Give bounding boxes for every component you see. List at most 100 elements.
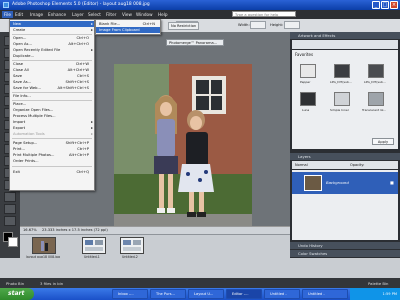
menu-item-label: Place... [13, 102, 27, 106]
menu-item-label: Print... [13, 147, 25, 151]
window-title: Adobe Photoshop Elements 5.0 (Editor) - … [12, 2, 150, 7]
aspect-ratio-select[interactable]: No Restriction [168, 22, 200, 30]
opacity-label: Opacity: [350, 163, 365, 167]
photo-bin-toggle[interactable]: Photo Bin [6, 281, 24, 286]
favorites-label: Favorites [295, 52, 314, 57]
brush-tool-icon[interactable] [4, 204, 16, 214]
menu-edit[interactable]: Edit [15, 12, 23, 17]
artwork-effects-header[interactable]: Artwork and Effects [290, 32, 400, 39]
menu-item-label: File Info... [13, 94, 31, 98]
bin-thumbnail[interactable] [120, 237, 144, 254]
effect-swatch[interactable] [334, 92, 350, 106]
menu-item-label: Duplicate... [13, 54, 35, 58]
effect-swatch-label: Translucent Gl... [362, 108, 387, 112]
submenu-arrow-icon: ▸ [91, 132, 93, 136]
blend-mode-select[interactable]: Normal [295, 163, 308, 167]
artwork-tabs [292, 40, 398, 49]
menu-file[interactable]: File [2, 11, 14, 18]
menu-help[interactable]: Help [158, 12, 168, 17]
file-menu: New ▸ Create ▸ Open... Ctrl+O Open As... Alt… [9, 19, 95, 191]
effect-swatch-label: Pepper [300, 80, 311, 84]
apply-button[interactable]: Apply [372, 138, 394, 145]
menu-enhance[interactable]: Enhance [48, 12, 66, 17]
palette-bin-toggle[interactable]: Palette Bin [368, 281, 388, 286]
menu-divider [12, 166, 92, 167]
menu-item-label: Organize Open Files... [13, 108, 54, 112]
background-color-icon[interactable] [8, 237, 18, 247]
layer-name[interactable]: Background [326, 180, 349, 185]
undo-history-header[interactable]: Undo History [290, 242, 400, 249]
effect-swatch[interactable] [300, 92, 316, 106]
paint-bucket-tool-icon[interactable] [4, 216, 16, 226]
photo-bin: layout aug18 008.jpg Untitled-1 Untitled… [20, 234, 290, 259]
palette-bin: Artwork and Effects Favorites Pepper LPG… [290, 32, 400, 258]
effect-swatch[interactable] [334, 64, 350, 78]
effect-swatch-label: LPG_DIT(sub... [330, 80, 352, 84]
taskbar-item[interactable]: Untitled - [302, 289, 348, 299]
zoom-level[interactable]: 16.67% [23, 228, 37, 232]
menu-view[interactable]: View [122, 12, 132, 17]
menu-item-shortcut: Alt+Shift+Ctrl+S [57, 86, 89, 90]
taskbar-item[interactable]: Editor -... [226, 289, 262, 299]
menu-item-save-for-web[interactable]: Save for Web... Alt+Shift+Ctrl+S [10, 85, 94, 91]
width-input[interactable] [250, 21, 266, 29]
effect-swatch[interactable] [300, 64, 316, 78]
document-size: 23.333 inches x 17.5 inches (72 ppi) [42, 228, 108, 232]
favorites-panel: Favorites Pepper LPG_DIT(sub... LPG_DIT(… [292, 50, 398, 149]
menu-item-label: Save [13, 74, 23, 78]
effect-swatch-label: Luna [302, 108, 310, 112]
photomerge-panorama-item[interactable]: Photomerge™ Panorama... [166, 39, 224, 46]
menu-item-label: Import [13, 120, 26, 124]
effect-swatch[interactable] [368, 92, 384, 106]
bin-filler [0, 258, 400, 278]
taskbar-item[interactable]: The Purs... [150, 289, 186, 299]
effect-swatch[interactable] [368, 64, 384, 78]
menu-window[interactable]: Window [136, 12, 153, 17]
menu-item-image-from-clipboard[interactable]: Image From Clipboard [96, 27, 160, 33]
submenu-arrow-icon: ▸ [91, 28, 93, 32]
taskbar-item[interactable]: Inbox -... [112, 289, 148, 299]
menu-item-label: Close All [13, 68, 29, 72]
menu-item-exit[interactable]: Exit Ctrl+Q [10, 169, 94, 175]
layer-row[interactable]: Background ■ [292, 172, 398, 194]
menu-item-shortcut: Ctrl+Q [76, 170, 89, 174]
eraser-tool-icon[interactable] [4, 192, 16, 202]
menu-item-label: Print Multiple Photos... [13, 153, 55, 157]
menu-item-order-prints[interactable]: Order Prints... [10, 158, 94, 164]
minimize-button[interactable]: _ [372, 1, 380, 9]
menu-filter[interactable]: Filter [106, 12, 116, 17]
taskbar: start Inbox -... The Purs... Layout U...… [0, 288, 400, 300]
help-search-input[interactable]: Type a question for help [232, 11, 296, 17]
menu-item-automation-tools[interactable]: Automation Tools ▸ [10, 131, 94, 137]
system-tray-clock[interactable]: 1:59 PM [350, 288, 400, 300]
height-label: Height: [270, 23, 284, 27]
layers-header[interactable]: Layers [290, 153, 400, 160]
menu-item-label: Image From Clipboard [99, 28, 140, 32]
menu-item-create[interactable]: Create ▸ [10, 27, 94, 33]
bin-thumbnail[interactable] [82, 237, 106, 254]
menu-layer[interactable]: Layer [72, 12, 84, 17]
taskbar-item[interactable]: Untitled - [264, 289, 300, 299]
bin-bar: Photo Bin 3 files in bin Palette Bin [0, 278, 400, 288]
lock-icon: ■ [390, 180, 394, 185]
menu-select[interactable]: Select [88, 12, 101, 17]
height-input[interactable] [284, 21, 300, 29]
menu-item-label: Save for Web... [13, 86, 42, 90]
menu-item-duplicate[interactable]: Duplicate... [10, 53, 94, 59]
document-photo[interactable] [114, 64, 252, 246]
effect-swatch-label: Simple Inner [330, 108, 349, 112]
taskbar-item[interactable]: Layout U... [188, 289, 224, 299]
maximize-button[interactable]: □ [381, 1, 389, 9]
bin-thumbnail[interactable] [32, 237, 56, 254]
menu-item-label: Order Prints... [13, 159, 39, 163]
start-button[interactable]: start [0, 288, 34, 300]
menu-item-file-info[interactable]: File Info... [10, 93, 94, 99]
color-swatches-header[interactable]: Color Swatches [290, 250, 400, 257]
menu-image[interactable]: Image [30, 12, 43, 17]
menu-item-label: Create [13, 28, 26, 32]
close-button[interactable]: × [390, 1, 398, 9]
app-icon [3, 2, 9, 8]
title-bar: Adobe Photoshop Elements 5.0 (Editor) - … [0, 0, 400, 10]
new-submenu: Blank File... Ctrl+N Image From Clipboard [95, 19, 161, 35]
width-label: Width: [238, 23, 250, 27]
